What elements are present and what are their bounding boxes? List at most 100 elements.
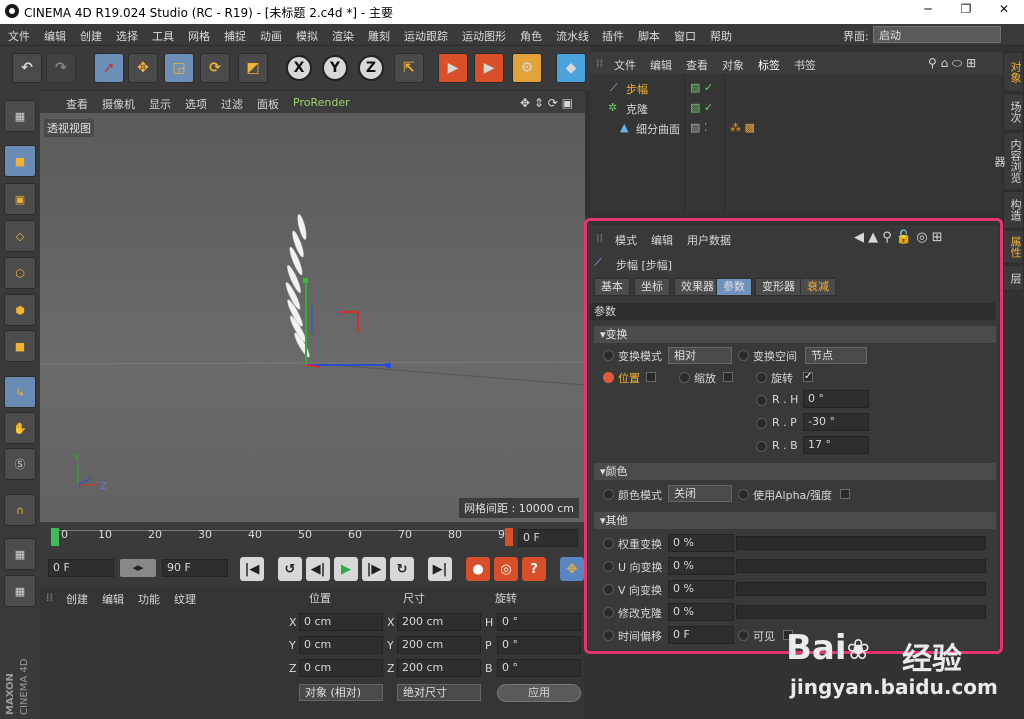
- menu-file[interactable]: 文件: [8, 28, 30, 44]
- timeline-ruler[interactable]: [52, 530, 512, 544]
- render-settings-icon[interactable]: ⚙: [512, 53, 542, 83]
- previous-frame-icon[interactable]: ◀|: [306, 557, 330, 581]
- go-to-end-icon[interactable]: ▶|: [428, 557, 452, 581]
- object-item-cloner[interactable]: 克隆: [626, 101, 648, 117]
- edges-mode-icon[interactable]: ⬢: [4, 294, 36, 326]
- side-tab-takes[interactable]: 场次: [1003, 93, 1024, 131]
- om-search-home-icons[interactable]: ⚲ ⌂ ⬭ ⊞: [928, 56, 976, 71]
- menu-pipeline[interactable]: 流水线: [556, 28, 589, 44]
- planar-workplane-icon[interactable]: ▦: [4, 575, 36, 607]
- menu-edit[interactable]: 编辑: [44, 28, 66, 44]
- minimize-button[interactable]: ─: [914, 2, 942, 20]
- position-y-field[interactable]: 0 cm: [299, 636, 383, 654]
- material-menu-create[interactable]: 创建: [66, 591, 88, 607]
- render-picture-viewer-icon[interactable]: ▶: [474, 53, 504, 83]
- menu-sculpt[interactable]: 雕刻: [368, 28, 390, 44]
- menu-render[interactable]: 渲染: [332, 28, 354, 44]
- z-axis-lock-icon[interactable]: Z: [358, 55, 384, 81]
- menu-snap[interactable]: 捕捉: [224, 28, 246, 44]
- texture-mode-icon[interactable]: ▣: [4, 183, 36, 215]
- rotation-b-field[interactable]: 0 °: [497, 659, 581, 677]
- menu-create[interactable]: 创建: [80, 28, 102, 44]
- lock-workplane-icon[interactable]: ▦: [4, 538, 36, 570]
- position-z-field[interactable]: 0 cm: [299, 659, 383, 677]
- make-editable-icon[interactable]: ▦: [4, 100, 36, 132]
- autokey-icon[interactable]: ◎: [494, 557, 518, 581]
- snap-icon[interactable]: Ⓢ: [4, 448, 36, 480]
- coordinate-system-icon[interactable]: ⇱: [394, 53, 424, 83]
- y-axis-lock-icon[interactable]: Y: [322, 55, 348, 81]
- redo-icon[interactable]: ↷: [46, 53, 76, 83]
- next-key-icon[interactable]: ↻: [390, 557, 414, 581]
- move-icon[interactable]: ✥: [128, 53, 158, 83]
- next-frame-icon[interactable]: |▶: [362, 557, 386, 581]
- side-tab-attributes[interactable]: 属性: [1003, 230, 1024, 264]
- previous-key-icon[interactable]: ↺: [278, 557, 302, 581]
- viewport-nav-icons[interactable]: ✥ ⇕ ⟳ ▣: [520, 96, 573, 110]
- layout-select[interactable]: 启动: [873, 26, 1001, 43]
- material-menu-function[interactable]: 功能: [138, 591, 160, 607]
- rotate-icon[interactable]: ⟳: [200, 53, 230, 83]
- menu-select[interactable]: 选择: [116, 28, 138, 44]
- menu-mograph[interactable]: 运动图形: [462, 28, 506, 44]
- points-mode-icon[interactable]: ⬡: [4, 257, 36, 289]
- viewport-menu-cameras[interactable]: 摄像机: [102, 96, 135, 112]
- frame-range-slider[interactable]: ◂▸: [120, 559, 156, 577]
- menu-motion-tracking[interactable]: 运动跟踪: [404, 28, 448, 44]
- scale-icon[interactable]: ◲: [164, 53, 194, 83]
- size-z-field[interactable]: 200 cm: [397, 659, 481, 677]
- keyframe-selection-icon[interactable]: ?: [522, 557, 546, 581]
- polygons-mode-icon[interactable]: ■: [4, 330, 36, 362]
- object-item-subdivision[interactable]: 细分曲面: [636, 121, 680, 137]
- om-menu-tags[interactable]: 标签: [758, 57, 780, 73]
- record-icon[interactable]: ●: [466, 557, 490, 581]
- cube-object-icon[interactable]: ◆: [556, 53, 586, 83]
- menu-animate[interactable]: 动画: [260, 28, 282, 44]
- model-mode-icon[interactable]: ■: [4, 145, 36, 177]
- maximize-button[interactable]: ❐: [952, 2, 980, 20]
- om-menu-view[interactable]: 查看: [686, 57, 708, 73]
- size-mode-dropdown[interactable]: 绝对尺寸: [397, 684, 481, 701]
- live-select-icon[interactable]: ➚: [94, 53, 124, 83]
- start-frame-field[interactable]: 0 F: [48, 559, 114, 577]
- play-icon[interactable]: ▶: [334, 557, 358, 581]
- visibility-dots-icon[interactable]: ▨ ⁚: [690, 121, 707, 134]
- timeline-playhead[interactable]: [51, 528, 59, 546]
- visibility-check-icon[interactable]: ▨ ✓: [690, 81, 713, 94]
- om-menu-edit[interactable]: 编辑: [650, 57, 672, 73]
- side-tab-layers[interactable]: 层: [1003, 265, 1024, 291]
- rotation-p-field[interactable]: 0 °: [497, 636, 581, 654]
- size-x-field[interactable]: 200 cm: [397, 613, 481, 631]
- om-menu-bookmarks[interactable]: 书签: [794, 57, 816, 73]
- side-tab-objects[interactable]: 对象: [1003, 52, 1024, 92]
- menu-help[interactable]: 帮助: [710, 28, 732, 44]
- menu-plugins[interactable]: 插件: [602, 28, 624, 44]
- viewport-menu-panel[interactable]: 面板: [257, 96, 279, 112]
- go-to-start-icon[interactable]: |◀: [240, 557, 264, 581]
- tag-icons[interactable]: ⁂ ▩: [730, 121, 755, 134]
- timeline-end-marker[interactable]: [505, 528, 513, 546]
- om-menu-objects[interactable]: 对象: [722, 57, 744, 73]
- material-menu-texture[interactable]: 纹理: [174, 591, 196, 607]
- menu-window[interactable]: 窗口: [674, 28, 696, 44]
- magnet-icon[interactable]: ∩: [4, 494, 36, 526]
- key-position-icon[interactable]: ✥: [560, 557, 584, 581]
- viewport-menu-prorender[interactable]: ProRender: [293, 96, 350, 109]
- material-menu-edit[interactable]: 编辑: [102, 591, 124, 607]
- viewport-menu-options[interactable]: 选项: [185, 96, 207, 112]
- axis-mode-icon[interactable]: ↳: [4, 376, 36, 408]
- viewport-menu-view[interactable]: 查看: [66, 96, 88, 112]
- render-view-icon[interactable]: ▶: [438, 53, 468, 83]
- menu-character[interactable]: 角色: [520, 28, 542, 44]
- tweak-mode-icon[interactable]: ✋: [4, 412, 36, 444]
- close-button[interactable]: ✕: [990, 2, 1018, 20]
- timeline[interactable]: 0 10 20 30 40 50 60 70 80 90 0 F: [40, 522, 585, 552]
- menu-tools[interactable]: 工具: [152, 28, 174, 44]
- visibility-check-icon[interactable]: ▨ ✓: [690, 101, 713, 114]
- end-frame-field[interactable]: 90 F: [162, 559, 228, 577]
- x-axis-lock-icon[interactable]: X: [286, 55, 312, 81]
- rotation-h-field[interactable]: 0 °: [497, 613, 581, 631]
- menu-script[interactable]: 脚本: [638, 28, 660, 44]
- side-tab-structure[interactable]: 构造: [1003, 191, 1024, 229]
- apply-button[interactable]: 应用: [497, 684, 581, 702]
